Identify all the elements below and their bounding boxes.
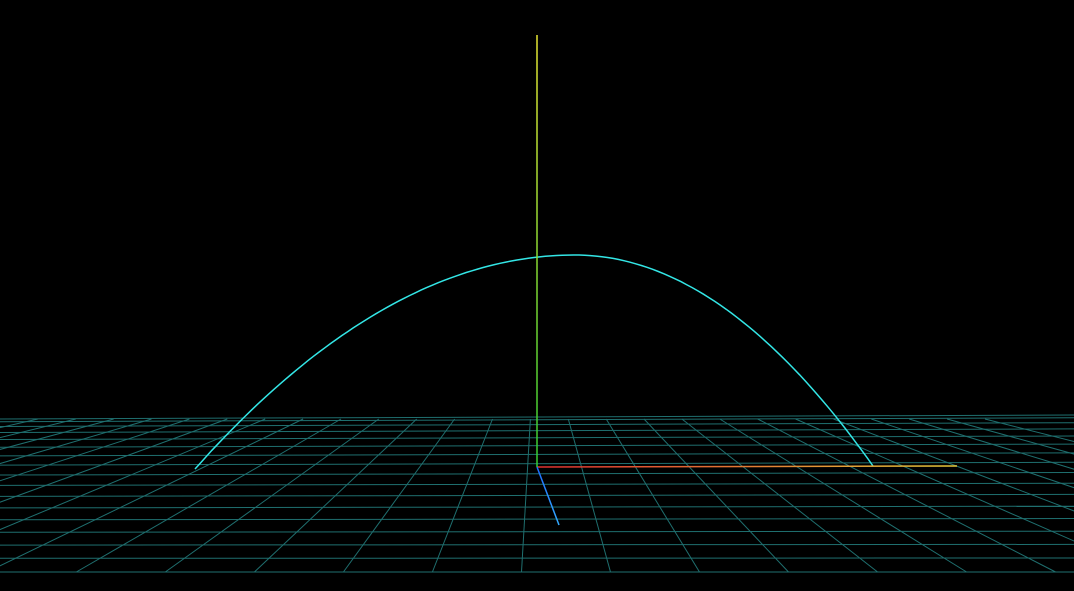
grid-line [871, 418, 1074, 489]
grid-line [0, 418, 152, 465]
grid-line [0, 530, 1074, 533]
scene-canvas[interactable] [0, 0, 1074, 591]
grid-line [909, 418, 1074, 470]
grid-line [0, 472, 1074, 476]
grid-line [0, 493, 1074, 497]
grid-line [0, 543, 1074, 546]
grid-line [0, 482, 1074, 486]
grid-line [719, 418, 967, 573]
grid-line [0, 418, 76, 439]
x-axis-line [536, 465, 958, 468]
z-axis-line [536, 466, 560, 526]
grid-line [833, 418, 1074, 512]
grid-line [757, 418, 1056, 573]
grid-line [0, 518, 1074, 521]
grid-line [0, 505, 1074, 509]
3d-viewport[interactable] [0, 0, 1074, 591]
